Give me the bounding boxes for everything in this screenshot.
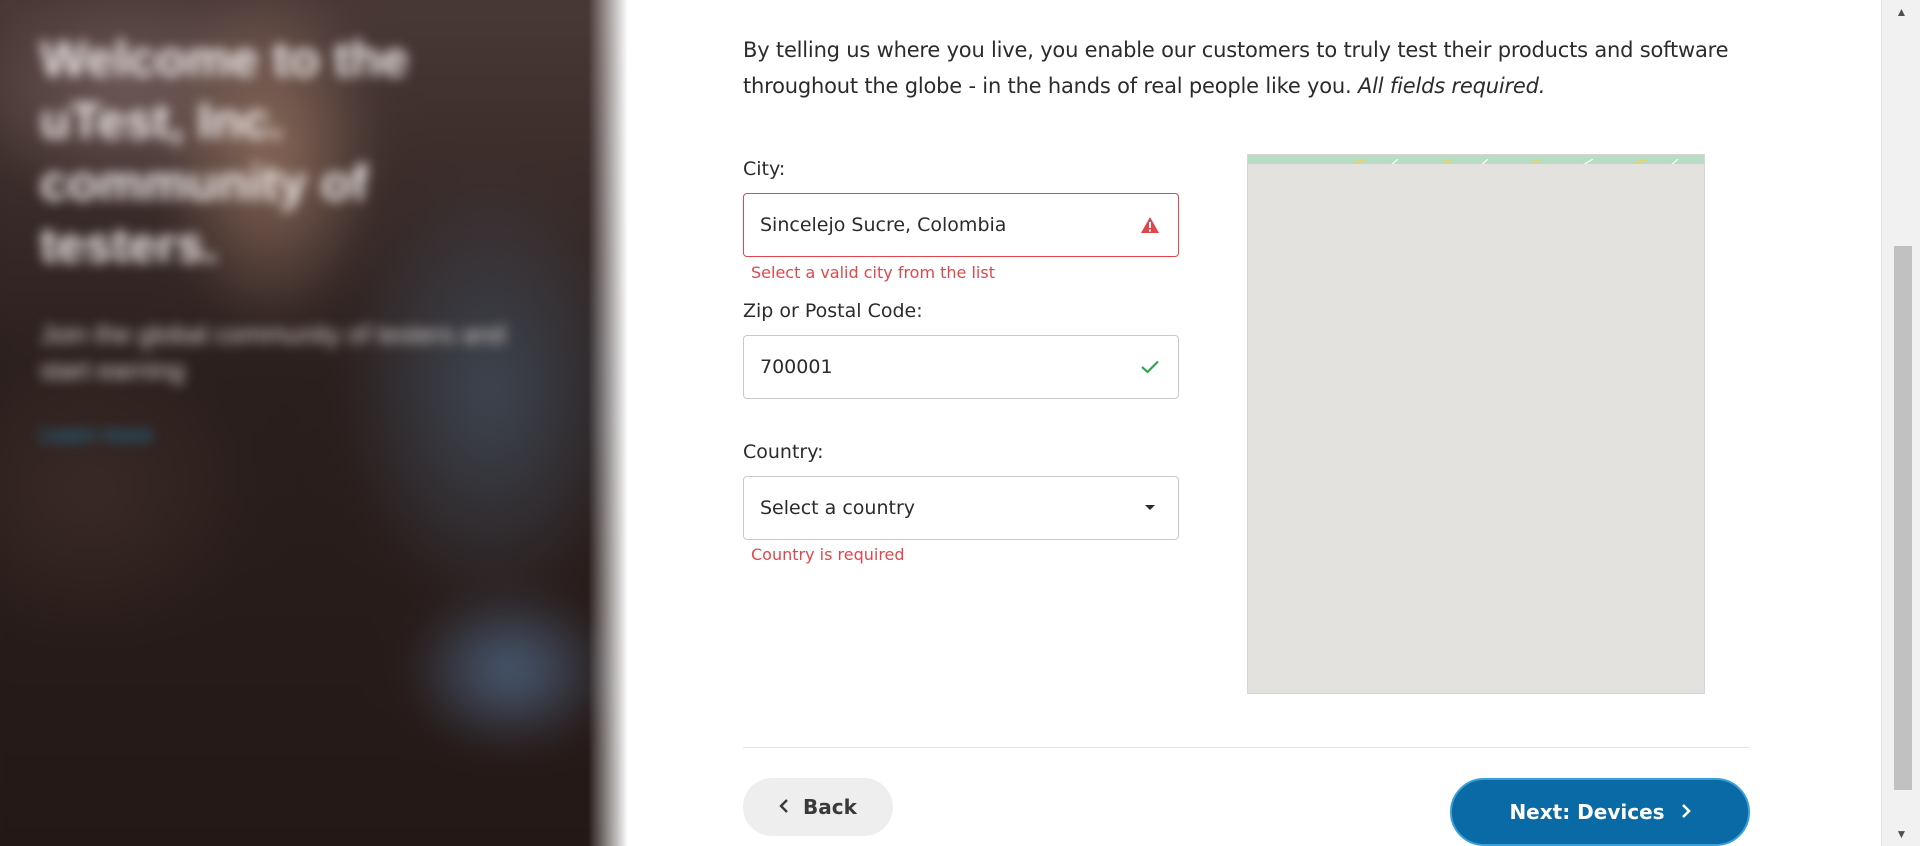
hero-title-line: testers.: [40, 217, 218, 273]
zip-input-value: 700001: [760, 356, 833, 378]
hero-fade-edge: [588, 0, 628, 846]
hero-title-line: uTest, Inc.: [40, 93, 284, 149]
chevron-right-icon: [1681, 800, 1691, 824]
hero-link[interactable]: Learn more: [40, 422, 560, 448]
city-input[interactable]: Sincelejo Sucre, Colombia: [743, 193, 1179, 257]
country-select-placeholder: Select a country: [760, 497, 915, 519]
location-map[interactable]: [1247, 154, 1705, 694]
zip-label: Zip or Postal Code:: [743, 300, 923, 322]
back-button-label: Back: [803, 795, 857, 819]
intro-text: By telling us where you live, you enable…: [743, 38, 1729, 98]
hero-text: Welcome to the uTest, Inc. community of …: [40, 28, 560, 448]
hero-title: Welcome to the uTest, Inc. community of …: [40, 28, 560, 276]
warning-icon: [1138, 213, 1162, 237]
country-select[interactable]: Select a country: [743, 476, 1179, 540]
chevron-left-icon: [779, 795, 789, 819]
country-error-message: Country is required: [751, 545, 905, 564]
country-label: Country:: [743, 441, 824, 463]
hero-title-line: community of: [40, 155, 368, 211]
hero-title-line: Welcome to the: [40, 31, 409, 87]
city-error-message: Select a valid city from the list: [751, 263, 995, 282]
back-button[interactable]: Back: [743, 778, 893, 836]
next-devices-button[interactable]: Next: Devices: [1450, 778, 1750, 846]
map-tile-strip: [1248, 155, 1704, 164]
intro-paragraph: By telling us where you live, you enable…: [743, 32, 1743, 104]
form-divider: [743, 747, 1750, 748]
hero-panel: Welcome to the uTest, Inc. community of …: [0, 0, 628, 846]
scroll-down-arrow-icon[interactable]: ▼: [1882, 822, 1920, 846]
city-input-value: Sincelejo Sucre, Colombia: [760, 214, 1007, 236]
next-button-label: Next: Devices: [1509, 800, 1665, 824]
city-label: City:: [743, 158, 786, 180]
scroll-thumb[interactable]: [1894, 246, 1912, 790]
page-scrollbar[interactable]: ▲ ▼: [1881, 0, 1920, 846]
checkmark-icon: [1138, 355, 1162, 379]
caret-down-icon: [1138, 496, 1162, 520]
zip-input[interactable]: 700001: [743, 335, 1179, 399]
scroll-up-arrow-icon[interactable]: ▲: [1882, 0, 1920, 24]
hero-subtitle: Join the global community of testers and…: [40, 319, 506, 385]
required-note: All fields required.: [1357, 74, 1546, 98]
